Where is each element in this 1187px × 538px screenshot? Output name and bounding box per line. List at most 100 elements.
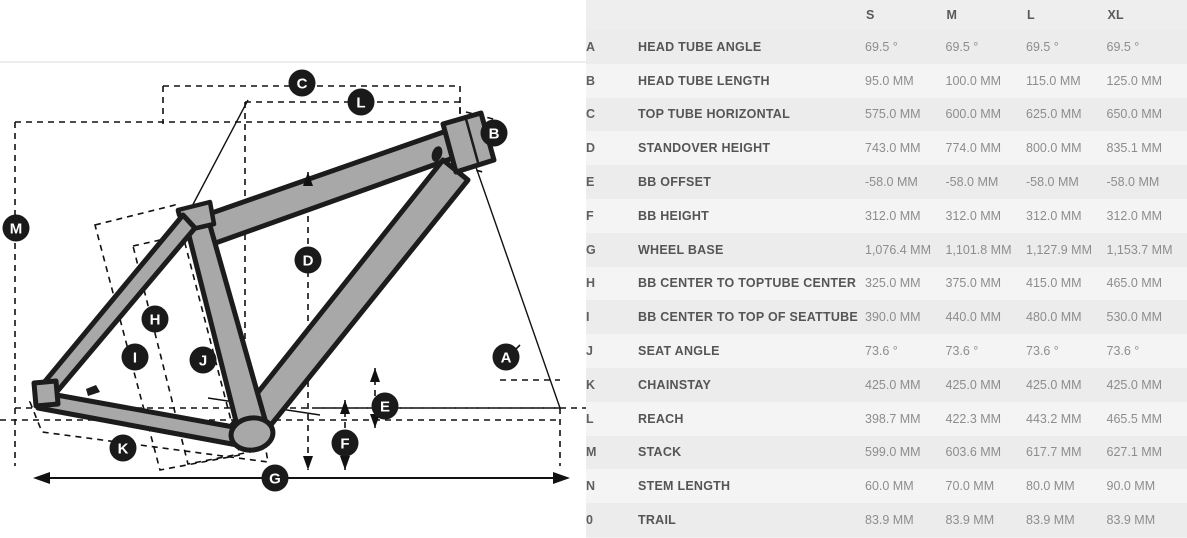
wheelbase-arrow [33,472,570,484]
row-value: 90.0 MM [1106,479,1156,494]
diagram-marker-l: L [347,88,375,116]
row-letter: G [586,242,596,257]
row-letter: C [586,107,596,122]
row-label: STANDOVER HEIGHT [638,141,771,156]
row-value: 73.6 ° [945,344,979,359]
row-value: 69.5 ° [1106,39,1140,54]
row-value: 125.0 MM [1106,73,1163,88]
row-label: STACK [638,445,682,460]
diagram-marker-e: E [371,392,399,420]
marker-label: A [501,350,512,367]
row-value: 617.7 MM [1026,445,1082,460]
row-value: 835.1 MM [1106,141,1163,156]
row-value: 774.0 MM [945,141,1002,156]
table-row: E BB OFFSET -58.0 MM -58.0 MM -58.0 MM -58.0 … [586,165,1187,199]
row-value: 83.9 MM [945,513,995,528]
row-label: REACH [638,411,684,426]
geometry-table-panel: S M L XL A HEAD TUBE ANGLE 69.5 ° 69.5 ° 69.… [586,0,1187,538]
marker-label: H [150,312,161,329]
diagram-marker-k: K [109,434,137,462]
marker-label: I [133,350,137,367]
table-row: 0 TRAIL 83.9 MM 83.9 MM 83.9 MM 83.9 MM [586,503,1187,537]
seat-tube [180,205,271,440]
row-value: 422.3 MM [945,411,1002,426]
marker-label: M [10,221,23,238]
table-head: S M L XL [586,0,1187,30]
row-value: 73.6 ° [1106,344,1140,359]
rear-dropout [31,378,61,409]
marker-label: L [356,95,365,112]
row-value: 115.0 MM [1026,73,1081,88]
diagram-svg: A B C D E F G H I J K L M [0,61,586,492]
row-value: 465.0 MM [1106,276,1163,291]
marker-label: E [380,399,390,416]
seat-stay [39,212,198,397]
arrow-f-down [340,456,350,470]
row-letter: 0 [586,513,593,528]
chainstay-bridge [86,385,100,396]
row-label: WHEEL BASE [638,242,724,257]
bike-geometry-diagram: A B C D E F G H I J K L M [0,0,586,538]
row-value: 70.0 MM [945,479,995,494]
arrow-g-left [33,472,50,484]
marker-label: B [489,126,500,143]
row-value: 425.0 MM [1106,377,1163,392]
row-value: 73.6 ° [865,344,898,359]
row-value: 83.9 MM [865,513,914,528]
row-value: 1,076.4 MM [865,242,932,257]
diagram-marker-a: A [492,343,520,371]
row-value: 425.0 MM [865,377,921,392]
header-size-s: S [865,0,946,30]
table-body: A HEAD TUBE ANGLE 69.5 ° 69.5 ° 69.5 ° 69.5 °… [586,30,1187,537]
diagram-marker-i: I [121,343,149,371]
header-label [638,0,865,30]
table-row: M STACK 599.0 MM 603.6 MM 617.7 MM 627.1 MM [586,435,1187,470]
diagram-marker-b: B [480,119,508,147]
row-letter: N [586,479,596,494]
table-row: H BB CENTER TO TOPTUBE CENTER 325.0 MM 375.… [586,266,1187,301]
row-value: 599.0 MM [865,445,921,460]
row-value: 530.0 MM [1106,310,1163,325]
arrow-e-down [370,368,380,382]
row-letter: B [586,73,596,88]
row-value: 625.0 MM [1026,107,1082,122]
diagram-marker-d: D [294,246,322,274]
table-row: G WHEEL BASE 1,076.4 MM 1,101.8 MM 1,127.9 M… [586,232,1187,267]
diagram-marker-g: G [261,464,289,492]
row-value: 425.0 MM [1026,377,1082,392]
row-value: 743.0 MM [865,141,921,156]
header-size-l: L [1026,0,1107,30]
header-size-m: M [945,0,1026,30]
row-value: 83.9 MM [1026,513,1075,528]
diagram-marker-j: J [189,346,217,374]
table-row: L REACH 398.7 MM 422.3 MM 443.2 MM 465.5 MM [586,401,1187,436]
table-row: C TOP TUBE HORIZONTAL 575.0 MM 600.0 MM 625.… [586,97,1187,132]
row-value: 100.0 MM [945,73,1002,88]
leader-seat-tube [188,99,249,213]
row-value: 312.0 MM [865,208,921,223]
row-value: 443.2 MM [1026,411,1082,426]
row-label: BB CENTER TO TOPTUBE CENTER [638,276,857,291]
diagram-marker-c: C [288,69,316,97]
row-label: TOP TUBE HORIZONTAL [638,107,790,122]
arrow-f-up [340,400,350,414]
diagram-marker-m: M [2,214,30,242]
row-value: -58.0 MM [865,175,918,190]
row-label: SEAT ANGLE [638,344,720,359]
table-row: J SEAT ANGLE 73.6 ° 73.6 ° 73.6 ° 73.6 ° [586,334,1187,368]
marker-label: G [269,471,281,488]
row-value: 69.5 ° [865,39,898,54]
row-label: HEAD TUBE LENGTH [638,73,770,88]
arrow-g-right [553,472,570,484]
row-letter: D [586,141,596,156]
marker-label: D [303,253,314,270]
row-value: 415.0 MM [1026,276,1082,291]
row-value: -58.0 MM [1106,175,1160,190]
table-row: A HEAD TUBE ANGLE 69.5 ° 69.5 ° 69.5 ° 69.5 ° [586,30,1187,64]
row-letter: A [586,39,596,54]
row-value: 603.6 MM [945,445,1002,460]
table-row: N STEM LENGTH 60.0 MM 70.0 MM 80.0 MM 90.0 MM [586,469,1187,504]
row-value: 73.6 ° [1026,344,1059,359]
row-value: 325.0 MM [865,276,921,291]
row-value: 800.0 MM [1026,141,1082,156]
